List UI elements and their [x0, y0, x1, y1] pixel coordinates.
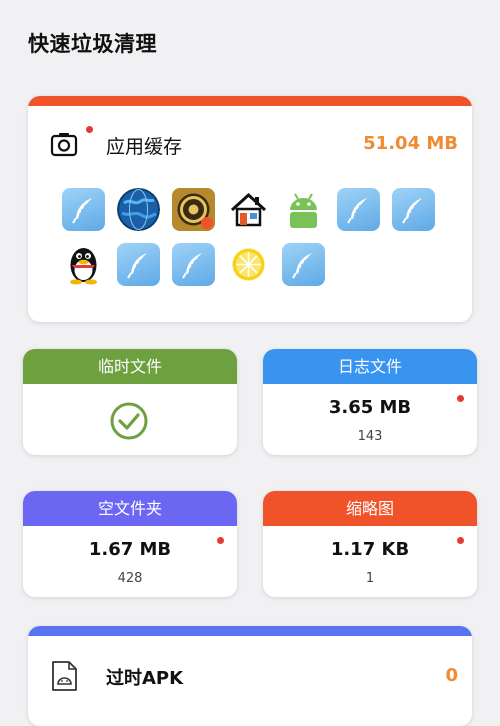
log-files-size: 3.65 MB [328, 397, 412, 418]
feather-app-icon [172, 243, 215, 286]
thumbnails-size: 1.17 KB [330, 539, 410, 560]
page-title: 快速垃圾清理 [28, 32, 157, 56]
log-files-label: 日志文件 [263, 349, 477, 384]
empty-folders-tile[interactable]: 空文件夹 1.67 MB 428 [23, 491, 237, 597]
card-accent-bar [28, 96, 472, 106]
check-circle-icon [110, 402, 148, 440]
qq-penguin-app-icon [62, 243, 105, 286]
feather-app-icon [337, 188, 380, 231]
feather-app-icon [282, 243, 325, 286]
camera-cache-icon [50, 133, 78, 157]
log-files-tile[interactable]: 日志文件 3.65 MB 143 [263, 349, 477, 455]
thumbnails-tile[interactable]: 缩略图 1.17 KB 1 [263, 491, 477, 597]
card-accent-bar [28, 626, 472, 636]
thumbnails-label: 缩略图 [263, 491, 477, 526]
obsolete-apk-card[interactable]: 过时APK 0 [28, 626, 472, 726]
gold-game-app-icon [172, 188, 215, 231]
temp-files-label: 临时文件 [23, 349, 237, 384]
app-cache-size: 51.04 MB [363, 133, 458, 154]
app-cache-label: 应用缓存 [106, 136, 183, 158]
app-cache-card[interactable]: 应用缓存 51.04 MB [28, 96, 472, 322]
feather-app-icon [392, 188, 435, 231]
empty-folders-label: 空文件夹 [23, 491, 237, 526]
empty-folders-size: 1.67 MB [88, 539, 172, 560]
empty-folders-count: 428 [117, 571, 143, 586]
apk-file-icon [52, 661, 77, 691]
house-app-icon [227, 188, 270, 231]
globe-app-icon [117, 188, 160, 231]
temp-files-tile[interactable]: 临时文件 [23, 349, 237, 455]
feather-app-icon [117, 243, 160, 286]
new-indicator-dot [86, 126, 93, 133]
obsolete-apk-label: 过时APK [106, 668, 184, 689]
thumbnails-count: 1 [365, 571, 375, 586]
log-files-count: 143 [357, 429, 383, 444]
lemon-app-icon [227, 243, 270, 286]
feather-app-icon [62, 188, 105, 231]
obsolete-apk-count: 0 [445, 665, 458, 686]
android-app-icon [282, 188, 325, 231]
